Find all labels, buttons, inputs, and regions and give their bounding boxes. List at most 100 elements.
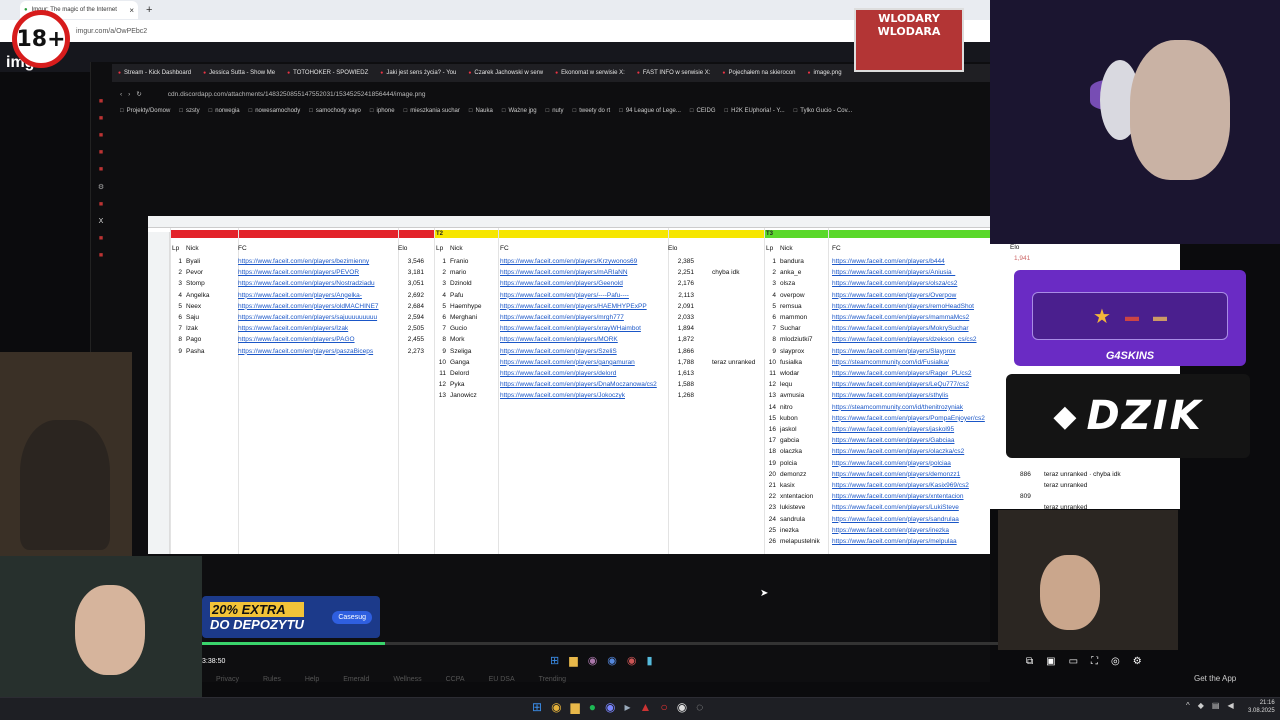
steam-icon[interactable]: ▸ [625, 700, 631, 714]
row-faceit-link[interactable]: https://www.faceit.com/en/players/Jokocz… [500, 390, 668, 401]
bookmark-item[interactable]: Projekty/Domow [120, 108, 171, 114]
discord-icon[interactable]: ◉ [605, 700, 615, 714]
theater-icon[interactable]: ▭ [1069, 656, 1078, 667]
footer-link[interactable]: Trending [539, 676, 566, 683]
settings-icon[interactable]: ⚙ [98, 183, 104, 191]
app-icon[interactable]: ■ [99, 132, 103, 139]
opera-icon[interactable]: ○ [660, 700, 667, 714]
row-faceit-link[interactable]: https://www.faceit.com/en/players/Krzywo… [500, 256, 668, 267]
row-faceit-link[interactable]: https://www.faceit.com/en/players/MokryS… [832, 323, 990, 334]
chevron-up-icon[interactable]: ^ [1186, 701, 1190, 710]
row-faceit-link[interactable]: https://www.faceit.com/en/players/LeQu77… [832, 379, 990, 390]
app-icon[interactable]: ◌ [696, 700, 703, 714]
outer-address-bar[interactable]: imgur.com/a/OwPEbc2 [0, 20, 990, 42]
bookmark-item[interactable]: tweety do rt [573, 108, 610, 114]
row-faceit-link[interactable]: https://www.faceit.com/en/players/gangam… [500, 357, 668, 368]
network-icon[interactable]: ▤ [1212, 701, 1220, 710]
row-faceit-link[interactable]: https://www.faceit.com/en/players/PompaE… [832, 413, 990, 424]
app-icon[interactable]: ■ [99, 235, 103, 242]
inner-tab[interactable]: Stream - Kick Dashboard [118, 70, 191, 76]
spotify-icon[interactable]: ● [589, 700, 596, 714]
row-faceit-link[interactable]: https://www.faceit.com/en/players/demonz… [832, 469, 990, 480]
windows-icon[interactable]: ⊞ [550, 654, 559, 667]
chrome-icon[interactable]: ◉ [677, 700, 687, 714]
row-faceit-link[interactable]: https://www.faceit.com/en/players/jaskol… [832, 424, 990, 435]
get-app-link[interactable]: Get the App [1194, 674, 1236, 683]
inner-tab[interactable]: TOTOHOKER - SPOWIEDZ [287, 70, 368, 76]
volume-icon[interactable]: ◀ [1227, 701, 1233, 710]
row-faceit-link[interactable]: https://www.faceit.com/en/players/SzeliS [500, 346, 668, 357]
app-icon[interactable]: ▮ [647, 654, 653, 667]
row-faceit-link[interactable]: https://www.faceit.com/en/players/sandru… [832, 514, 990, 525]
row-faceit-link[interactable]: https://www.faceit.com/en/players/mARIaN… [500, 267, 668, 278]
row-faceit-link[interactable]: https://www.faceit.com/en/players/bezimi… [238, 256, 396, 267]
bookmark-item[interactable]: samochody xayo [309, 108, 361, 114]
row-faceit-link[interactable]: https://www.faceit.com/en/players/olaczk… [832, 446, 990, 457]
row-faceit-link[interactable]: https://www.faceit.com/en/players/Geenol… [500, 278, 668, 289]
settings-icon[interactable]: ⚙ [1133, 656, 1142, 667]
close-icon[interactable]: × [129, 6, 134, 15]
folder-icon[interactable]: ▆ [571, 700, 580, 714]
footer-link[interactable]: Help [305, 676, 319, 683]
bookmark-item[interactable]: nowesamochody [249, 108, 300, 114]
new-tab-icon[interactable]: + [146, 4, 152, 16]
row-faceit-link[interactable]: https://steamcommunity.com/id/Fusialka/ [832, 357, 990, 368]
bookmark-item[interactable]: szsty [179, 108, 200, 114]
row-faceit-link[interactable]: https://www.faceit.com/en/players/oldMAC… [238, 301, 396, 312]
inner-tab[interactable]: Czarek Jachowski w serw [468, 70, 543, 76]
inner-tab[interactable]: FAST INFO w serwisie X: [637, 70, 711, 76]
app-icon[interactable]: ■ [99, 166, 103, 173]
row-faceit-link[interactable]: https://www.faceit.com/en/players/PAGO [238, 334, 396, 345]
row-faceit-link[interactable]: https://www.faceit.com/en/players/mammaM… [832, 312, 990, 323]
row-faceit-link[interactable]: https://www.faceit.com/en/players/Overpo… [832, 290, 990, 301]
app-icon[interactable]: ◉ [607, 654, 617, 667]
mic-icon[interactable]: ◆ [1198, 701, 1204, 710]
back-icon[interactable]: ‹ [120, 91, 122, 98]
row-faceit-link[interactable]: https://www.faceit.com/en/players/----Pa… [500, 290, 668, 301]
bookmark-item[interactable]: 94 League of Lege... [619, 108, 681, 114]
inner-address-bar[interactable]: ‹ › ↻ cdn.discordapp.com/attachments/148… [112, 86, 990, 102]
inner-tab[interactable]: Jessica Sutta - Show Me [203, 70, 275, 76]
inner-tab[interactable]: Pojechałem na skierocon [722, 70, 795, 76]
fullscreen-icon[interactable]: ⛶ [1091, 656, 1098, 667]
row-faceit-link[interactable]: https://www.faceit.com/en/players/Kasix9… [832, 480, 990, 491]
app-icon[interactable]: ■ [99, 149, 103, 156]
inner-tab[interactable]: Ekonomat w serwisie X: [555, 70, 625, 76]
row-faceit-link[interactable]: https://steamcommunity.com/id/thenitrozy… [832, 402, 990, 413]
row-faceit-link[interactable]: https://www.faceit.com/en/players/delord [500, 368, 668, 379]
row-faceit-link[interactable]: https://www.faceit.com/en/players/Slaypr… [832, 346, 990, 357]
app-icon[interactable]: ■ [99, 98, 103, 105]
app-icon[interactable]: ◉ [627, 654, 637, 667]
row-faceit-link[interactable]: https://www.faceit.com/en/players/Nostra… [238, 278, 396, 289]
forward-icon[interactable]: › [128, 91, 130, 98]
app-icon[interactable]: ■ [99, 252, 103, 259]
taskbar-clock[interactable]: 21:16 3.08.2025 [1248, 699, 1275, 715]
footer-link[interactable]: Rules [263, 676, 281, 683]
bookmark-item[interactable]: H2K EUphoria! - Y... [725, 108, 784, 114]
casino-promo-banner[interactable]: 20% EXTRA DO DEPOZYTU Casesug [202, 596, 380, 638]
bookmark-item[interactable]: norwegia [209, 108, 239, 114]
footer-link[interactable]: Emerald [343, 676, 369, 683]
inner-tab[interactable]: Jaki jest sens życia? - You [380, 70, 456, 76]
row-faceit-link[interactable]: https://www.faceit.com/en/players/HAEMHY… [500, 301, 668, 312]
row-faceit-link[interactable]: https://www.faceit.com/en/players/LukiSt… [832, 502, 990, 513]
bookmark-item[interactable]: CEIDG [690, 108, 716, 114]
row-faceit-link[interactable]: https://www.faceit.com/en/players/Izak [238, 323, 396, 334]
row-faceit-link[interactable]: https://www.faceit.com/en/players/PEVOR [238, 267, 396, 278]
pip-icon[interactable]: ⧉ [1026, 656, 1033, 667]
inner-tab[interactable]: image.png [808, 70, 842, 76]
bookmark-item[interactable]: iphone [370, 108, 395, 114]
app-icon[interactable]: ■ [99, 115, 103, 122]
row-faceit-link[interactable]: https://www.faceit.com/en/players/Rager_… [832, 368, 990, 379]
bookmark-item[interactable]: Ważne jpg [502, 108, 536, 114]
windows-icon[interactable]: ⊞ [532, 700, 542, 714]
row-faceit-link[interactable]: https://www.faceit.com/en/players/xrayWH… [500, 323, 668, 334]
row-faceit-link[interactable]: https://www.faceit.com/en/players/DnaMoc… [500, 379, 668, 390]
row-faceit-link[interactable]: https://www.faceit.com/en/players/xntent… [832, 491, 990, 502]
row-faceit-link[interactable]: https://www.faceit.com/en/players/sthyli… [832, 390, 990, 401]
bookmark-item[interactable]: Nauka [469, 108, 493, 114]
clip-icon[interactable]: ◎ [1111, 656, 1120, 667]
row-faceit-link[interactable]: https://www.faceit.com/en/players/MORK [500, 334, 668, 345]
video-progress-bar[interactable] [202, 642, 998, 645]
miniplayer-icon[interactable]: ▣ [1046, 656, 1055, 667]
